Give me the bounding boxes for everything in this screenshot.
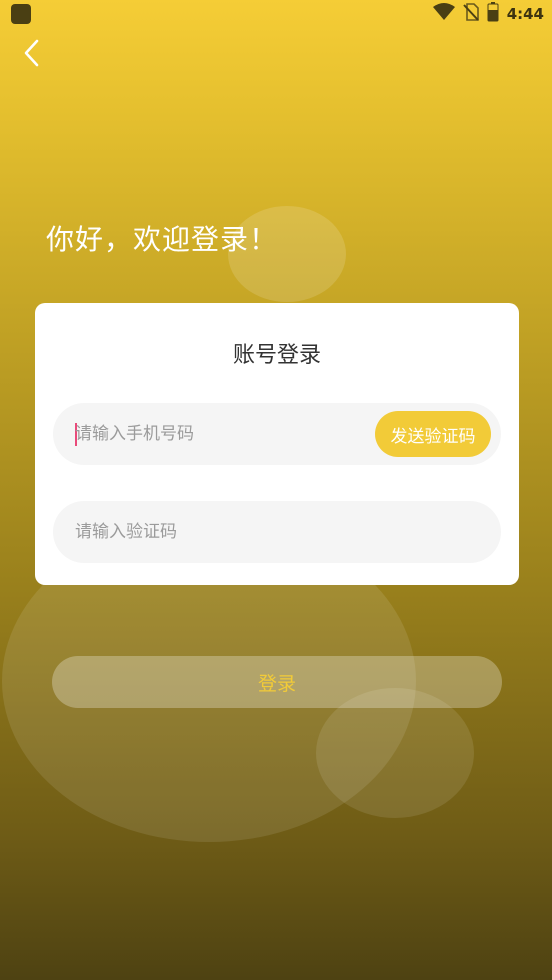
chevron-left-icon — [22, 38, 42, 72]
no-sim-icon — [462, 3, 479, 25]
notification-app-icon — [11, 4, 31, 24]
login-button[interactable]: 登录 — [52, 656, 502, 708]
phone-field: 发送验证码 — [53, 403, 501, 465]
send-code-button[interactable]: 发送验证码 — [375, 411, 491, 457]
code-field — [53, 501, 501, 563]
card-title: 账号登录 — [232, 343, 321, 368]
wifi-icon — [432, 3, 455, 25]
status-icons: 4:44 — [432, 2, 544, 26]
battery-icon — [487, 2, 499, 26]
login-card: 账号登录 发送验证码 — [35, 303, 519, 585]
status-time: 4:44 — [506, 5, 544, 23]
greeting-text: 你好，欢迎登录！ — [46, 223, 279, 256]
phone-input[interactable] — [75, 403, 355, 465]
status-bar: 4:44 — [0, 0, 552, 28]
verification-code-input[interactable] — [75, 501, 355, 563]
back-button[interactable] — [14, 38, 50, 72]
